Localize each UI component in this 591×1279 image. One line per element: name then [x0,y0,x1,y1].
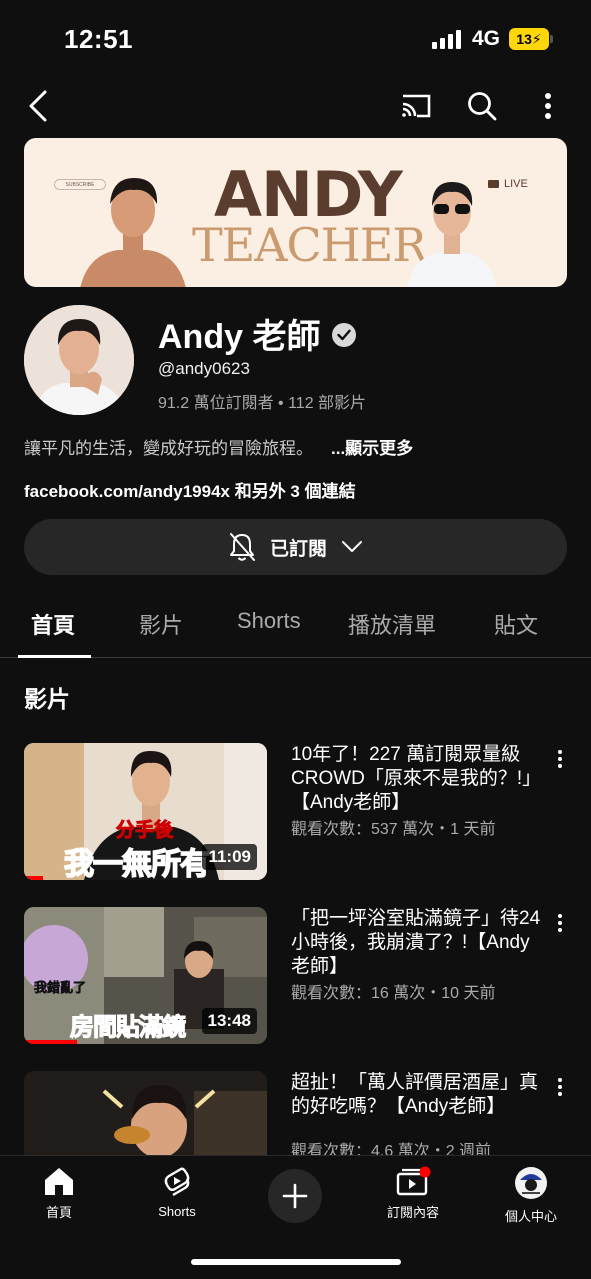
chevron-left-icon [29,90,47,122]
channel-links[interactable]: facebook.com/andy1994x 和另外 3 個連結 [24,477,356,502]
nav-home-label: 首頁 [45,1205,72,1220]
thumbnail-caption-small: 我錯亂了 [34,981,87,997]
battery-level: 13 [516,31,532,47]
top-bar [0,78,591,134]
video-more-button[interactable] [550,1075,570,1099]
chevron-down-icon [342,541,362,552]
avatar-image [24,305,134,415]
tab-posts[interactable]: 貼文 [494,608,538,640]
more-options-button[interactable] [528,84,568,128]
thumbnail-caption-small: 分手後 [115,819,174,842]
video-title[interactable]: 超扯！「萬人評價居酒屋」真的好吃嗎？【Andy老師】 [291,1071,541,1119]
video-title[interactable]: 「把一坪浴室貼滿鏡子」待24小時後，我崩潰了？!【Andy老師】 [291,907,541,979]
cast-icon [402,94,431,118]
channel-description: 讓平凡的生活，變成好玩的冒險旅程。 [24,439,313,458]
nav-shorts-label: Shorts [158,1204,196,1219]
thumbnail-caption: 房間貼滿鏡 [69,1011,186,1041]
nav-you[interactable]: 個人中心 [481,1166,581,1225]
video-thumbnail[interactable]: 分手後 我一無所有 11:09 [24,743,267,880]
tab-videos[interactable]: 影片 [139,608,183,640]
video-duration: 13:48 [201,1008,257,1034]
plus-icon [282,1183,308,1209]
network-type: 4G [472,27,501,50]
video-item[interactable]: 分手後 我一無所有 11:09 10年了！227 萬訂閱眾量級CROWD「原來不… [24,743,574,883]
subscriptions-icon [396,1166,431,1196]
channel-name: Andy 老師 [158,318,321,356]
banner-live-text: LIVE [504,178,528,190]
active-tab-indicator [18,655,91,658]
nav-subscriptions[interactable]: 訂閱內容 [363,1166,463,1221]
channel-avatar[interactable] [24,305,134,415]
channel-description-row[interactable]: 讓平凡的生活，變成好玩的冒險旅程。 ...顯示更多 [24,434,574,459]
video-duration: 11:09 [202,844,257,870]
home-indicator [191,1259,401,1265]
home-icon [45,1168,73,1195]
back-button[interactable] [18,84,58,128]
cast-button[interactable] [394,84,438,128]
create-button[interactable] [268,1169,322,1223]
banner-person-left-image [80,178,186,287]
status-time: 12:51 [64,24,133,54]
show-more-link[interactable]: ...顯示更多 [331,439,413,458]
video-title[interactable]: 10年了！227 萬訂閱眾量級CROWD「原來不是我的？!」【Andy老師】 [291,743,541,815]
verified-check-icon [332,322,357,347]
banner-title: ANDY [214,158,403,231]
nav-home[interactable]: 首頁 [9,1166,109,1221]
nav-shorts[interactable]: Shorts [127,1166,227,1219]
video-item[interactable]: 我錯亂了 房間貼滿鏡 13:48 「把一坪浴室貼滿鏡子」待24小時後，我崩潰了？… [24,907,574,1047]
video-more-button[interactable] [550,911,570,935]
account-avatar-icon [515,1167,547,1199]
banner-live-label: LIVE [488,178,528,190]
banner-person-right-image [407,182,497,287]
video-more-button[interactable] [550,747,570,771]
notifications-off-icon [229,533,255,561]
channel-name-row: Andy 老師 [158,309,357,358]
video-thumbnail[interactable]: 我錯亂了 房間貼滿鏡 13:48 [24,907,267,1044]
channel-tabs: 首頁 影片 Shorts 播放清單 貼文 [0,596,591,658]
section-title-videos: 影片 [24,686,70,712]
tab-home[interactable]: 首頁 [31,608,75,640]
search-button[interactable] [460,84,504,128]
nav-subscriptions-label: 訂閱內容 [386,1205,439,1220]
battery-cap [550,35,553,43]
shorts-icon [164,1167,190,1197]
video-meta: 觀看次數：537 萬次・1 天前 [291,821,496,838]
channel-stats: 91.2 萬位訂閱者 • 112 部影片 [158,395,367,412]
search-icon [468,92,497,121]
nav-you-label: 個人中心 [504,1209,557,1224]
cellular-signal-icon [432,30,461,49]
video-camera-icon [488,180,499,189]
thumbnail-caption: 我一無所有 [63,846,211,880]
tab-shorts[interactable]: Shorts [237,608,301,634]
subscribed-button[interactable]: 已訂閱 [24,519,567,575]
tab-playlists[interactable]: 播放清單 [348,608,436,640]
battery-icon: 13 ⚡ [509,28,549,50]
subscribed-label: 已訂閱 [269,538,327,560]
video-meta: 觀看次數：16 萬次・10 天前 [291,985,496,1002]
channel-handle: @andy0623 [158,359,250,378]
watch-progress-bar [24,1040,78,1044]
banner-subtitle: TEACHER [192,218,427,272]
watch-progress-bar [24,876,44,880]
status-bar: 12:51 4G 13 ⚡ [0,0,591,78]
more-vertical-icon [545,93,551,119]
channel-banner: SUBSCRIBE ANDY TEACHER LIVE [24,138,567,287]
